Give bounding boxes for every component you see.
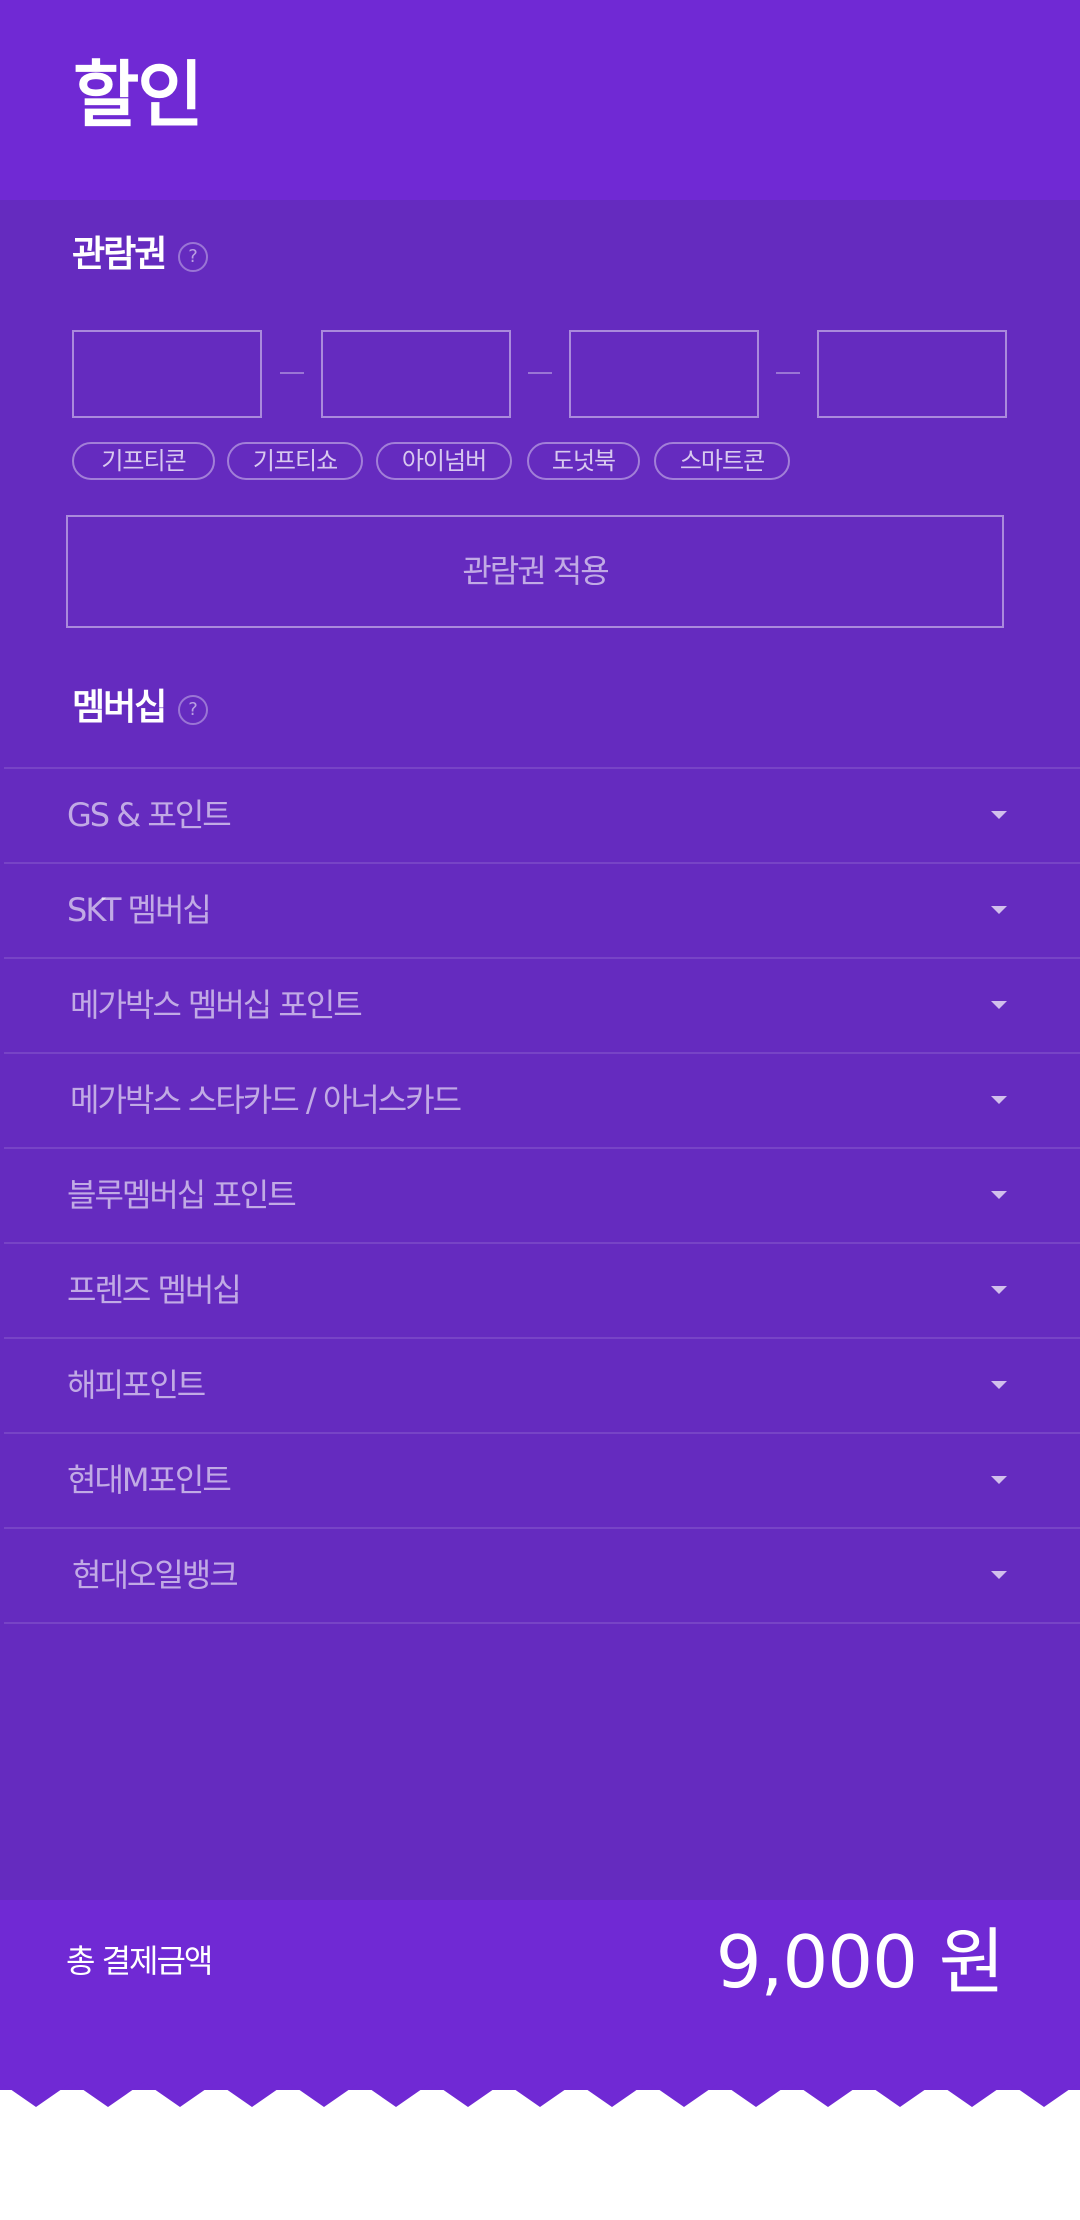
voucher-title: 관람권 [72,234,167,275]
voucher-help-icon[interactable]: ? [178,242,208,272]
chevron-down-icon [991,1571,1007,1579]
membership-title: 멤버십 [72,687,167,728]
apply-voucher-button[interactable]: 관람권 적용 [66,515,1004,628]
voucher-dash [776,372,800,374]
membership-row-skt[interactable]: SKT 멤버십 [4,864,1080,959]
voucher-dash [280,372,304,374]
chevron-down-icon [991,1001,1007,1009]
membership-row-blue-membership[interactable]: 블루멤버십 포인트 [4,1149,1080,1244]
total-payment-label: 총 결제금액 [66,1942,213,1980]
membership-list: GS & 포인트 SKT 멤버십 메가박스 멤버십 포인트 메가박스 스타카드 … [4,767,1080,1624]
membership-section-title: 멤버십 [72,683,167,733]
chevron-down-icon [991,906,1007,914]
voucher-dash [528,372,552,374]
chevron-down-icon [991,1381,1007,1389]
membership-label: 현대M포인트 [67,1461,232,1499]
page-title: 할인 [73,53,203,137]
voucher-chip-giftishow[interactable]: 기프티쇼 [227,442,363,480]
total-payment-amount: 9,000 원 [715,1920,1005,2004]
membership-row-gs-point[interactable]: GS & 포인트 [4,769,1080,864]
header: 할인 [0,0,1080,200]
membership-row-megabox-starcard[interactable]: 메가박스 스타카드 / 아너스카드 [4,1054,1080,1149]
chevron-down-icon [991,811,1007,819]
chevron-down-icon [991,1096,1007,1104]
membership-label: 현대오일뱅크 [72,1556,239,1594]
membership-label: 프렌즈 멤버십 [67,1271,242,1309]
membership-label: 메가박스 스타카드 / 아너스카드 [70,1081,462,1119]
membership-help-icon[interactable]: ? [178,695,208,725]
voucher-chip-inumber[interactable]: 아이넘버 [376,442,512,480]
voucher-chip-donutbook[interactable]: 도넛북 [527,442,640,480]
chevron-down-icon [991,1191,1007,1199]
membership-row-hyundai-m-point[interactable]: 현대M포인트 [4,1434,1080,1529]
payment-footer: 총 결제금액 9,000 원 [0,1900,1080,2090]
membership-label: GS & 포인트 [67,796,232,834]
membership-row-friends[interactable]: 프렌즈 멤버십 [4,1244,1080,1339]
chevron-down-icon [991,1286,1007,1294]
membership-row-happy-point[interactable]: 해피포인트 [4,1339,1080,1434]
discount-content: 관람권 ? 기프티콘 기프티쇼 아이넘버 도넛북 스마트콘 관람권 적용 멤버십… [0,200,1080,1900]
membership-row-hyundai-oilbank[interactable]: 현대오일뱅크 [4,1529,1080,1624]
voucher-code-input-3[interactable] [569,330,759,418]
voucher-chip-gifticon[interactable]: 기프티콘 [72,442,215,480]
membership-label: 메가박스 멤버십 포인트 [70,986,363,1024]
membership-label: 해피포인트 [67,1366,206,1404]
membership-label: SKT 멤버십 [67,891,212,929]
membership-row-megabox-point[interactable]: 메가박스 멤버십 포인트 [4,959,1080,1054]
chevron-down-icon [991,1476,1007,1484]
voucher-code-input-1[interactable] [72,330,262,418]
membership-label: 블루멤버십 포인트 [67,1176,297,1214]
receipt-zigzag-edge [0,2080,1080,2107]
voucher-chip-smartcon[interactable]: 스마트콘 [654,442,790,480]
voucher-code-input-2[interactable] [321,330,511,418]
voucher-code-input-4[interactable] [817,330,1007,418]
voucher-section-title: 관람권 [72,230,167,280]
